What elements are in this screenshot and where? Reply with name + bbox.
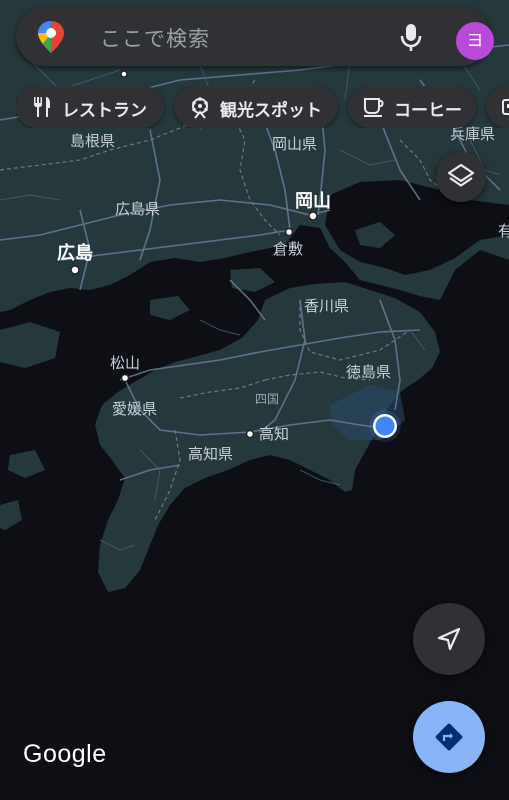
microphone-icon[interactable] [397, 22, 425, 52]
okayama-dot [308, 211, 318, 221]
label-hiroshima-city: 広島 [57, 242, 93, 264]
label-kagawa: 香川県 [304, 297, 349, 315]
label-matsuyama: 松山 [110, 354, 140, 372]
matsuyama-dot [120, 373, 130, 383]
top-dot [120, 70, 128, 78]
restaurant-icon [30, 95, 54, 119]
chip-label: 観光スポット [220, 101, 322, 121]
my-location-button[interactable] [413, 603, 485, 675]
avatar[interactable]: ヨ [456, 22, 494, 60]
attractions-icon [188, 95, 212, 119]
chip-more[interactable] [486, 86, 509, 128]
label-tokushima: 徳島県 [346, 363, 391, 381]
navigation-arrow-icon [437, 627, 461, 651]
maps-pin-logo-icon [36, 20, 66, 54]
label-kochi-pref: 高知県 [188, 445, 233, 463]
current-location-marker [369, 410, 401, 442]
chip-restaurants[interactable]: レストラン [16, 86, 164, 128]
directions-icon [435, 723, 463, 751]
category-chips: レストラン 観光スポット コーヒー [16, 86, 509, 128]
chip-label: レストラン [62, 101, 147, 121]
search-bar[interactable]: ここで検索 ヨ [16, 6, 494, 66]
search-input[interactable]: ここで検索 [100, 23, 210, 53]
label-kurashiki: 倉敷 [273, 240, 303, 258]
google-logo: Google [23, 740, 107, 768]
kochi-dot [245, 429, 255, 439]
hotel-icon [500, 95, 509, 119]
kurashiki-dot [284, 227, 294, 237]
label-partial-right: 有 [498, 222, 509, 240]
label-okayama-pref: 岡山県 [272, 135, 317, 153]
chip-attractions[interactable]: 観光スポット [174, 86, 338, 128]
layers-icon [447, 163, 475, 187]
hiroshima-dot [70, 265, 80, 275]
label-shimane: 島根県 [70, 132, 115, 150]
coffee-icon [362, 95, 386, 119]
label-hiroshima-pref: 広島県 [115, 200, 160, 218]
directions-button[interactable] [413, 701, 485, 773]
layers-button[interactable] [436, 152, 486, 202]
chip-label: コーヒー [394, 101, 462, 121]
label-ehime: 愛媛県 [112, 400, 157, 418]
chip-coffee[interactable]: コーヒー [348, 86, 476, 128]
label-kochi-city: 高知 [259, 425, 289, 443]
label-okayama-city: 岡山 [295, 191, 331, 212]
label-shikoku: 四国 [255, 392, 279, 406]
